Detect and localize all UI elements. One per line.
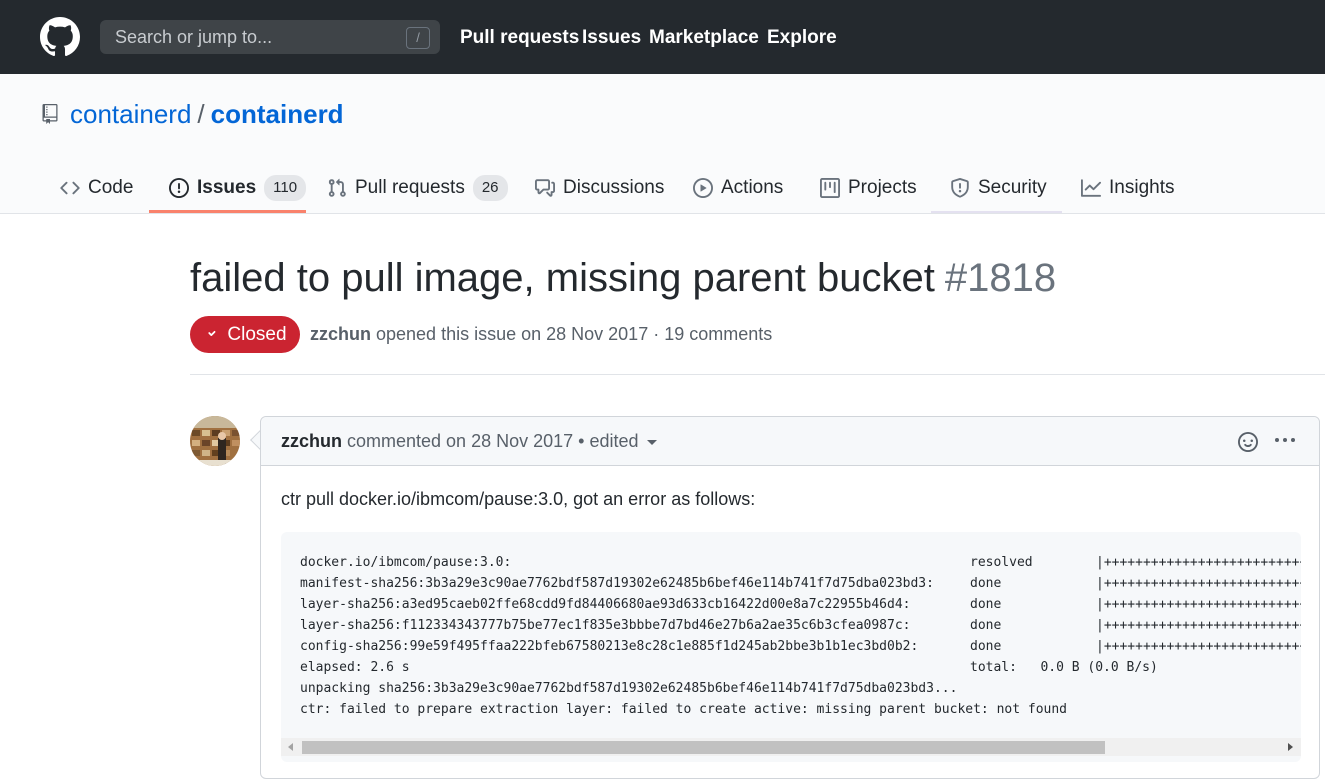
comment-options-kebab-icon[interactable] [1273, 428, 1297, 452]
tab-code-label: Code [88, 177, 134, 198]
security-tab-underline [931, 211, 1062, 213]
horizontal-scrollbar[interactable] [281, 738, 1301, 756]
scroll-right-arrow-icon[interactable] [1288, 743, 1293, 751]
code-line: docker.io/ibmcom/pause:3.0: [300, 555, 512, 570]
code-line: layer-sha256:f112334343777b75be77ec1f835… [300, 618, 911, 633]
tab-actions-label: Actions [721, 177, 784, 198]
project-icon [820, 178, 840, 198]
code-icon [60, 181, 80, 195]
nav-issues[interactable]: Issues [582, 0, 641, 74]
repo-name-link[interactable]: containerd [211, 99, 344, 129]
comment-body-text: ctr pull docker.io/ibmcom/pause:3.0, got… [281, 489, 756, 509]
code-line-status: done [970, 639, 1002, 654]
search-box[interactable]: / [100, 20, 440, 54]
issue-title-text: failed to pull image, missing parent buc… [190, 256, 935, 300]
issue-meta: zzchun opened this issue on 28 Nov 2017 … [310, 324, 772, 345]
git-pull-request-icon [328, 178, 346, 197]
issue-state-label: Closed [227, 323, 287, 345]
code-line: layer-sha256:a3ed95caeb02ffe68cdd9fd8440… [300, 597, 911, 612]
code-line-progress: |++++++++++++++++++++++++++++++++++++++| [1096, 597, 1301, 612]
comment-discussion-icon [535, 179, 555, 197]
issue-author-link[interactable]: zzchun [310, 324, 371, 344]
tab-insights-label: Insights [1109, 177, 1175, 198]
global-header: / Pull requests Issues Marketplace Explo… [0, 0, 1325, 74]
issue-meta-text: opened this issue on 28 Nov 2017 · 19 co… [371, 324, 773, 344]
code-line-status: done [970, 576, 1002, 591]
repo-title: containerd / containerd [70, 99, 344, 130]
avatar-image [190, 416, 240, 466]
repo-separator: / [197, 99, 205, 129]
search-input[interactable] [115, 21, 395, 53]
code-line-status: resolved [970, 555, 1033, 570]
tab-issues-label: Issues [197, 177, 257, 198]
tab-pull-requests[interactable]: Pull requests 26 [327, 162, 508, 214]
code-line-progress: |++++++++++++++++++++++++++++++++++++++| [1096, 618, 1301, 633]
code-block[interactable]: docker.io/ibmcom/pause:3.0: resolved |++… [281, 532, 1301, 762]
scrollbar-thumb[interactable] [302, 741, 1105, 754]
code-line-progress: |++++++++++++++++++++++++++++++++++++++| [1096, 576, 1301, 591]
tab-code[interactable]: Code [60, 162, 133, 214]
comment-author-line: zzchun commented on 28 Nov 2017 • edited [281, 431, 657, 452]
nav-explore[interactable]: Explore [767, 0, 837, 74]
edited-dropdown-caret-icon[interactable] [646, 440, 657, 445]
code-line: manifest-sha256:3b3a29e3c90ae7762bdf587d… [300, 576, 934, 591]
issue-opened-icon [169, 178, 189, 198]
code-line: unpacking sha256:3b3a29e3c90ae7762bdf587… [300, 681, 958, 696]
repo-icon [42, 104, 58, 124]
code-line-progress: |++++++++++++++++++++++++++++++++++++++| [1096, 555, 1301, 570]
tab-issues[interactable]: Issues 110 [169, 162, 307, 214]
avatar[interactable] [190, 416, 240, 466]
tab-insights[interactable]: Insights [1081, 162, 1174, 214]
issue-title: failed to pull image, missing parent buc… [190, 256, 1056, 301]
comment-meta-text[interactable]: commented on 28 Nov 2017 • edited [342, 431, 639, 451]
tab-discussions[interactable]: Discussions [535, 162, 664, 214]
kebab-horizontal-icon [1275, 438, 1295, 442]
graph-icon [1081, 179, 1101, 197]
smiley-reaction-icon[interactable] [1238, 432, 1258, 452]
issue-closed-icon [208, 330, 216, 336]
tab-security[interactable]: Security [950, 162, 1047, 214]
code-line: config-sha256:99e59f495ffaa222bfeb675802… [300, 639, 919, 654]
nav-pull-requests[interactable]: Pull requests [460, 0, 579, 74]
issues-count-badge: 110 [264, 175, 307, 201]
code-line-status: done [970, 597, 1002, 612]
github-logo-icon[interactable] [40, 17, 80, 57]
tab-discussions-label: Discussions [563, 177, 665, 198]
tab-actions[interactable]: Actions [693, 162, 783, 214]
shield-icon [951, 178, 969, 198]
tab-pull-requests-label: Pull requests [355, 177, 465, 198]
code-line-progress: |++++++++++++++++++++++++++++++++++++++| [1096, 639, 1301, 654]
code-line: ctr: failed to prepare extraction layer:… [300, 702, 1068, 717]
play-icon [693, 178, 713, 198]
tab-projects[interactable]: Projects [820, 162, 917, 214]
tab-security-label: Security [978, 177, 1047, 198]
repo-header: containerd / containerd Code Issues 110 Pu… [0, 74, 1325, 214]
search-shortcut-hint: / [406, 27, 430, 49]
comment-author-link[interactable]: zzchun [281, 431, 342, 451]
code-line: elapsed: 2.6 s [300, 660, 410, 675]
nav-marketplace[interactable]: Marketplace [649, 0, 759, 74]
comment-box: zzchun commented on 28 Nov 2017 • edited… [260, 416, 1320, 779]
scroll-left-arrow-icon[interactable] [288, 743, 293, 751]
issue-number: #1818 [944, 256, 1057, 300]
selected-tab-indicator [149, 210, 306, 213]
code-line-status: total: 0.0 B (0.0 B/s) [970, 660, 1158, 675]
repo-owner-link[interactable]: containerd [70, 99, 191, 129]
pull-requests-count-badge: 26 [472, 175, 508, 201]
issue-state-badge: Closed [190, 316, 300, 353]
code-line-status: done [970, 618, 1002, 633]
tab-projects-label: Projects [848, 177, 917, 198]
comment-header: zzchun commented on 28 Nov 2017 • edited [261, 417, 1319, 466]
header-divider [190, 374, 1325, 375]
